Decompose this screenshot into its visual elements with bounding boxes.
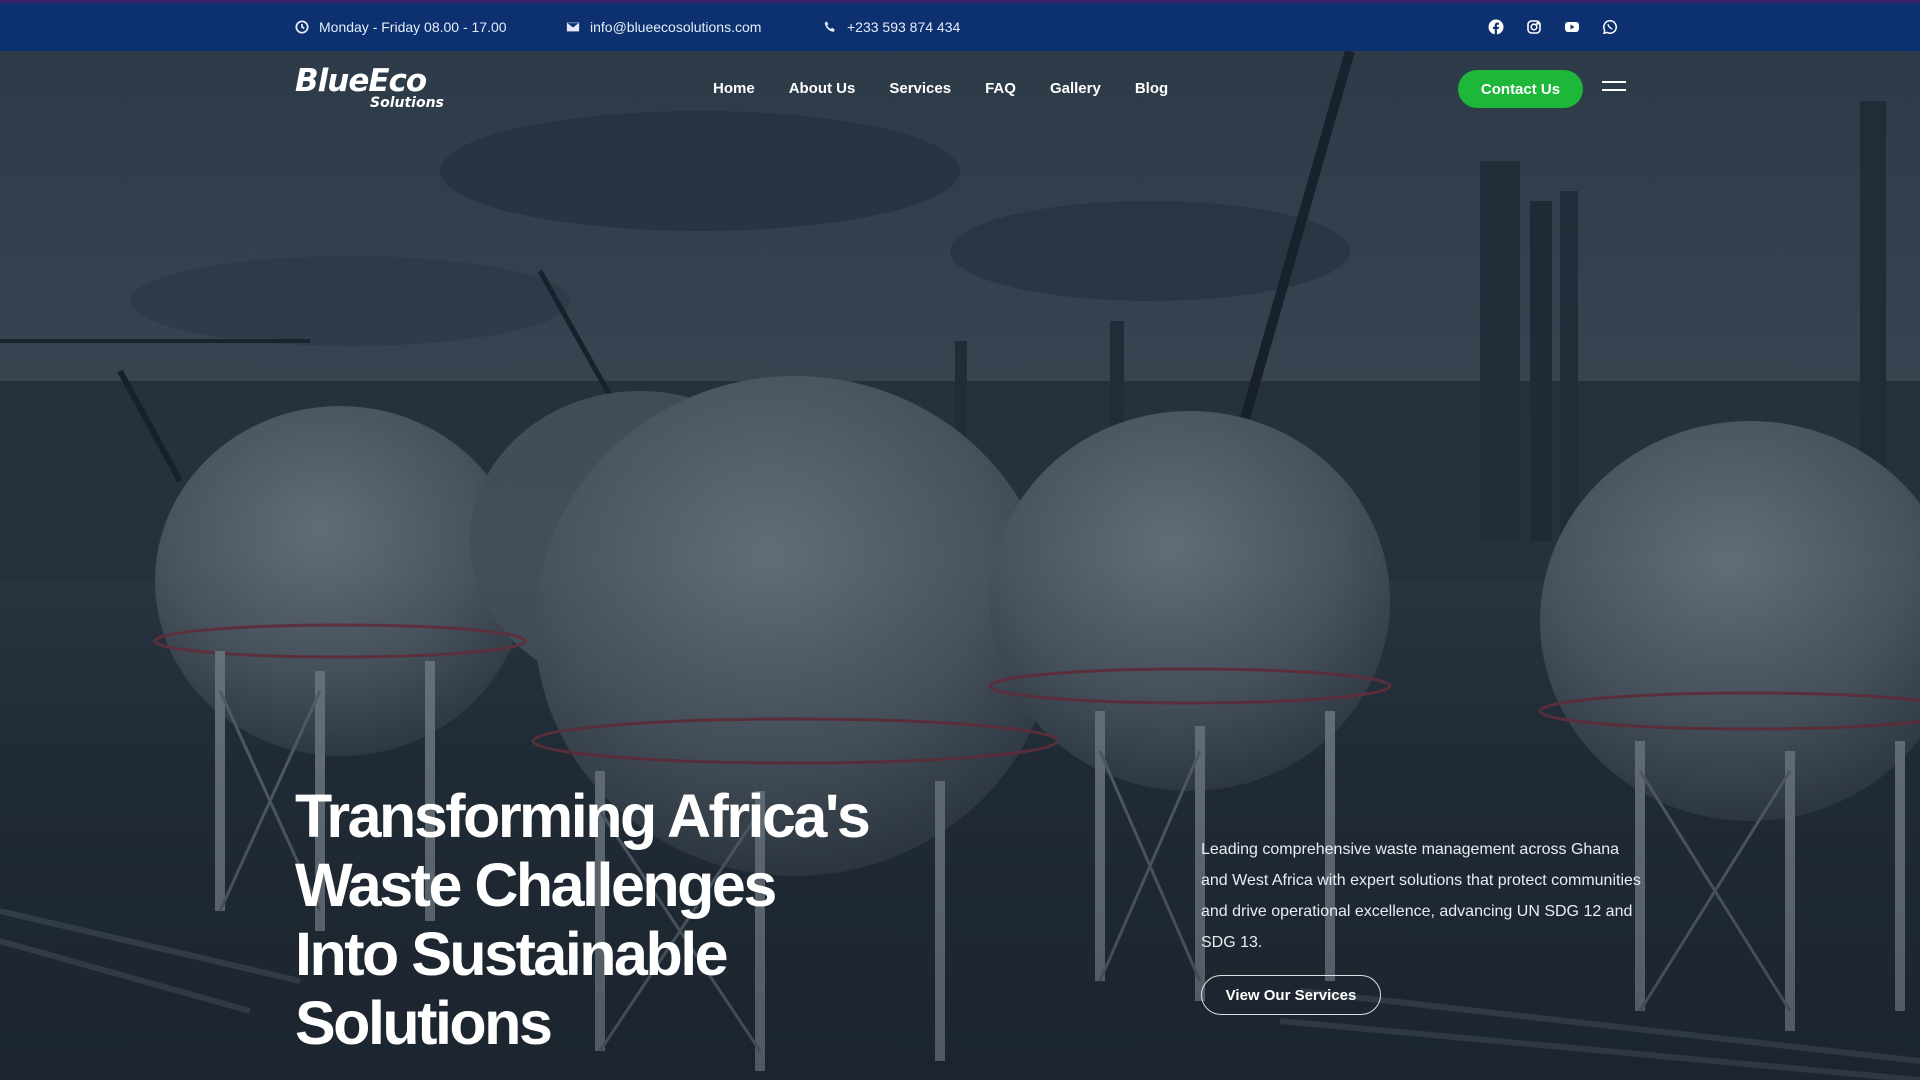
clock-icon xyxy=(295,20,309,34)
logo-wordmark: BlueEco xyxy=(295,63,427,99)
hero-headline: Transforming Africa's Waste Challenges I… xyxy=(295,782,915,1058)
headline-line: Solutions xyxy=(295,989,553,1057)
facebook-icon[interactable] xyxy=(1488,19,1504,35)
contact-phone[interactable]: +233 593 874 434 xyxy=(823,3,960,51)
nav-item-faq[interactable]: FAQ xyxy=(985,80,1016,97)
nav-menu: Home About Us Services FAQ Gallery Blog xyxy=(713,51,1168,125)
hero-description: Leading comprehensive waste management a… xyxy=(1201,841,1641,951)
contact-email[interactable]: info@blueecosolutions.com xyxy=(566,3,761,51)
instagram-icon[interactable] xyxy=(1526,19,1542,35)
view-services-button[interactable]: View Our Services xyxy=(1201,975,1381,1015)
social-links xyxy=(1488,3,1618,51)
business-hours: Monday - Friday 08.00 - 17.00 xyxy=(295,3,507,51)
contact-us-button[interactable]: Contact Us xyxy=(1458,70,1583,108)
main-navigation: BlueEco Solutions Home About Us Services… xyxy=(0,51,1920,125)
top-info-bar: Monday - Friday 08.00 - 17.00 info@bluee… xyxy=(0,0,1920,51)
nav-item-home[interactable]: Home xyxy=(713,80,755,97)
logo-subtitle: Solutions xyxy=(370,95,444,111)
site-logo[interactable]: BlueEco Solutions xyxy=(295,65,445,115)
youtube-icon[interactable] xyxy=(1564,19,1580,35)
nav-item-about-us[interactable]: About Us xyxy=(789,80,856,97)
headline-line: Waste Challenges xyxy=(295,851,777,919)
whatsapp-icon[interactable] xyxy=(1602,19,1618,35)
mail-icon xyxy=(566,22,580,32)
headline-line: Into Sustainable xyxy=(295,920,729,988)
nav-item-services[interactable]: Services xyxy=(889,80,951,97)
hours-text: Monday - Friday 08.00 - 17.00 xyxy=(319,19,507,35)
nav-item-blog[interactable]: Blog xyxy=(1135,80,1168,97)
email-link[interactable]: info@blueecosolutions.com xyxy=(590,19,761,35)
hamburger-menu-icon[interactable] xyxy=(1602,81,1626,95)
nav-item-gallery[interactable]: Gallery xyxy=(1050,80,1101,97)
phone-icon xyxy=(824,21,835,32)
headline-line: Transforming Africa's xyxy=(295,782,871,850)
phone-link[interactable]: +233 593 874 434 xyxy=(847,19,960,35)
